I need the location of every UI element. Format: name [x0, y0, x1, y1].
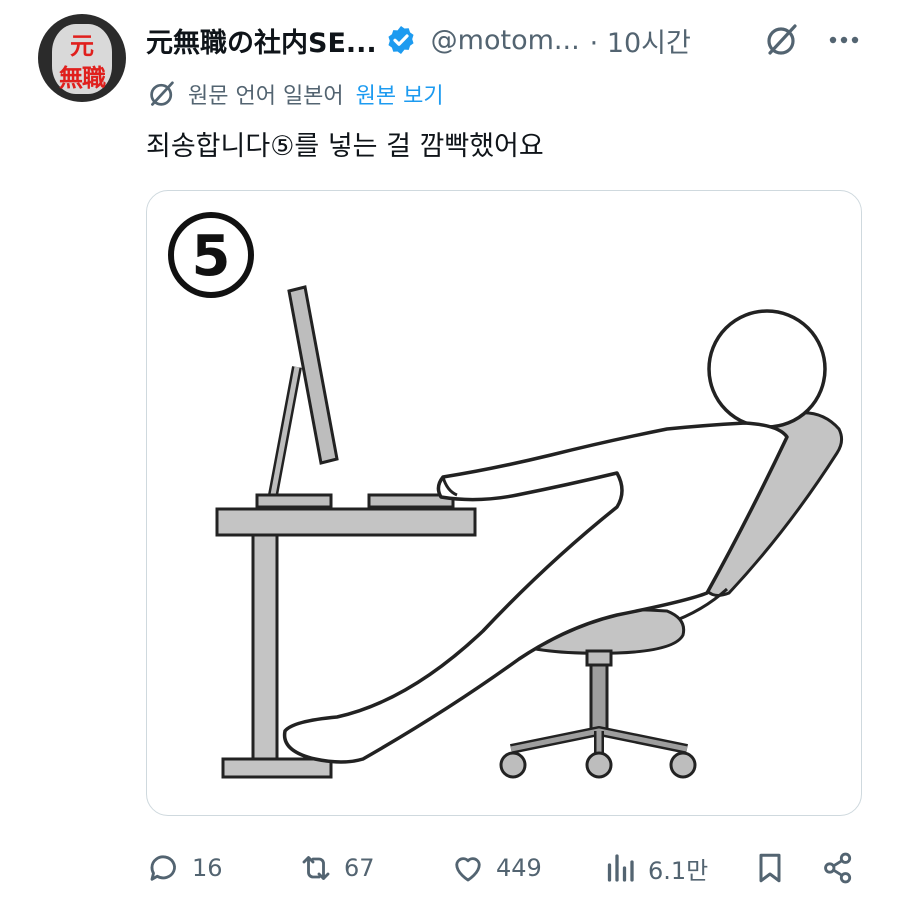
step-number-text: 5 — [192, 224, 231, 289]
views-bar-chart-icon — [607, 854, 634, 882]
avatar-text-bottom: 無職 — [59, 64, 106, 92]
tweet-text: 죄송합니다⑤를 넣는 걸 깜빡했어요 — [146, 131, 544, 162]
more-options-button[interactable] — [822, 22, 866, 58]
bookmark-icon — [759, 853, 781, 883]
views-button[interactable]: 6.1만 — [602, 842, 708, 894]
show-original-link[interactable]: 원본 보기 — [356, 78, 444, 110]
like-button[interactable]: 449 — [450, 842, 542, 894]
bookmark-button[interactable] — [752, 842, 788, 894]
reply-icon — [150, 855, 176, 881]
avatar-text-top: 元 — [70, 32, 94, 60]
monitor — [255, 285, 339, 509]
reply-count: 16 — [192, 854, 223, 882]
share-icon — [824, 852, 852, 884]
heart-icon — [455, 857, 481, 882]
repost-count: 67 — [344, 854, 375, 882]
repost-icon — [302, 856, 330, 880]
timestamp[interactable]: · 10시간 — [590, 21, 691, 60]
tweet-media-image[interactable]: 5 — [146, 190, 862, 816]
more-icon — [829, 36, 859, 44]
like-count: 449 — [496, 854, 542, 882]
display-name[interactable]: 元無職の社内SE... — [146, 21, 377, 60]
avatar[interactable]: 元 無職 — [38, 14, 126, 102]
views-count: 6.1만 — [648, 856, 709, 885]
handle[interactable]: @motom... — [431, 25, 580, 56]
reply-button[interactable]: 16 — [146, 842, 223, 894]
grok-icon[interactable] — [762, 20, 802, 60]
step-number-badge: 5 — [168, 212, 254, 298]
translation-note: 원문 언어 일본어 — [188, 84, 344, 109]
action-bar: 16 67 449 6.1만 — [146, 842, 862, 894]
translation-row: 원문 언어 일본어 원본 보기 — [146, 74, 444, 114]
translate-grok-icon — [150, 81, 174, 106]
illustration-desk-scene: 5 — [168, 212, 844, 779]
verified-badge-icon[interactable] — [385, 24, 417, 56]
repost-button[interactable]: 67 — [298, 842, 375, 894]
share-button[interactable] — [820, 842, 856, 894]
